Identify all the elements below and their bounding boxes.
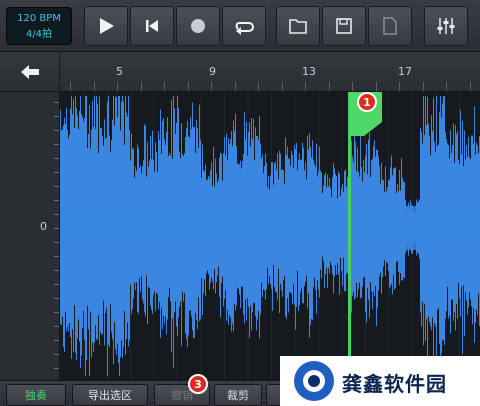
save-button[interactable] (322, 6, 366, 46)
gutter-tick (54, 214, 59, 215)
ruler-tick (188, 82, 189, 91)
loop-icon (235, 22, 254, 35)
audio-track[interactable] (60, 92, 480, 380)
watermark-text: 龚鑫软件园 (342, 372, 447, 396)
ruler-tick (423, 82, 424, 91)
ruler-tick (70, 82, 71, 91)
gutter-tick (54, 144, 59, 145)
ruler-tick (376, 82, 377, 91)
tempo-display[interactable]: 120 BPM 4/4拍 (6, 7, 72, 45)
undo-badge: 3 (188, 374, 208, 394)
export-selection-button[interactable]: 导出选区 (72, 384, 148, 406)
gutter-tick (54, 228, 59, 229)
gutter-tick (54, 284, 59, 285)
mixer-sliders-icon (437, 18, 455, 34)
gutter-tick (54, 368, 59, 369)
play-button[interactable] (84, 6, 128, 46)
ruler-tick (141, 82, 142, 91)
gutter-tick (54, 102, 59, 103)
watermark: 龚鑫软件园 (280, 356, 480, 406)
new-file-icon (383, 17, 397, 35)
ruler-label: 9 (209, 65, 216, 78)
solo-button[interactable]: 独奏 (6, 384, 66, 406)
ruler-tick (211, 82, 212, 91)
ruler-label: 17 (398, 65, 412, 78)
ruler-tick (282, 82, 283, 91)
save-icon (336, 18, 352, 34)
ruler-tick (305, 82, 306, 91)
record-button[interactable] (176, 6, 220, 46)
gutter-tick (54, 354, 59, 355)
gutter-tick (54, 200, 59, 201)
gutter-tick (54, 340, 59, 341)
tempo-bpm: 120 BPM (17, 13, 61, 24)
record-icon (191, 19, 205, 33)
gutter-tick (54, 298, 59, 299)
ruler-tick (446, 82, 447, 91)
gutter-tick (54, 256, 59, 257)
ruler-tick (329, 82, 330, 91)
top-toolbar: 120 BPM 4/4拍 (0, 0, 480, 52)
gutter-tick (54, 186, 59, 187)
ruler-tick (164, 82, 165, 91)
gutter-tick (54, 326, 59, 327)
marker-badge: 1 (357, 92, 377, 112)
skip-to-start-button[interactable] (130, 6, 174, 46)
gutter-tick (54, 242, 59, 243)
gutter-tick (54, 116, 59, 117)
gutter-tick (54, 312, 59, 313)
gutter-tick (54, 172, 59, 173)
ruler-tick (94, 82, 95, 91)
new-file-button[interactable] (368, 6, 412, 46)
folder-icon (289, 19, 307, 34)
skip-to-start-icon (146, 20, 158, 32)
ruler-tick (258, 82, 259, 91)
gutter-tick (54, 270, 59, 271)
ruler-tick (352, 82, 353, 91)
ruler-tick (117, 82, 118, 91)
arrow-left-icon (20, 65, 39, 79)
ruler-label: 13 (302, 65, 316, 78)
ruler-tick (235, 82, 236, 91)
ruler-tick (399, 82, 400, 91)
back-button[interactable] (0, 52, 60, 92)
watermark-logo-icon (294, 361, 334, 401)
time-signature: 4/4拍 (25, 29, 53, 40)
ruler-label: 5 (116, 65, 123, 78)
waveform (60, 92, 480, 380)
play-icon (100, 18, 114, 34)
ruler-tick (470, 82, 471, 91)
open-folder-button[interactable] (276, 6, 320, 46)
timeline-ruler[interactable]: 5 9 13 17 (0, 52, 480, 92)
trim-button[interactable]: 裁剪 (214, 384, 262, 406)
amplitude-gutter (0, 92, 60, 380)
loop-button[interactable] (222, 6, 266, 46)
gutter-tick (54, 158, 59, 159)
gutter-tick (54, 130, 59, 131)
mixer-button[interactable] (424, 6, 468, 46)
zero-amplitude-label: 0 (40, 220, 47, 233)
